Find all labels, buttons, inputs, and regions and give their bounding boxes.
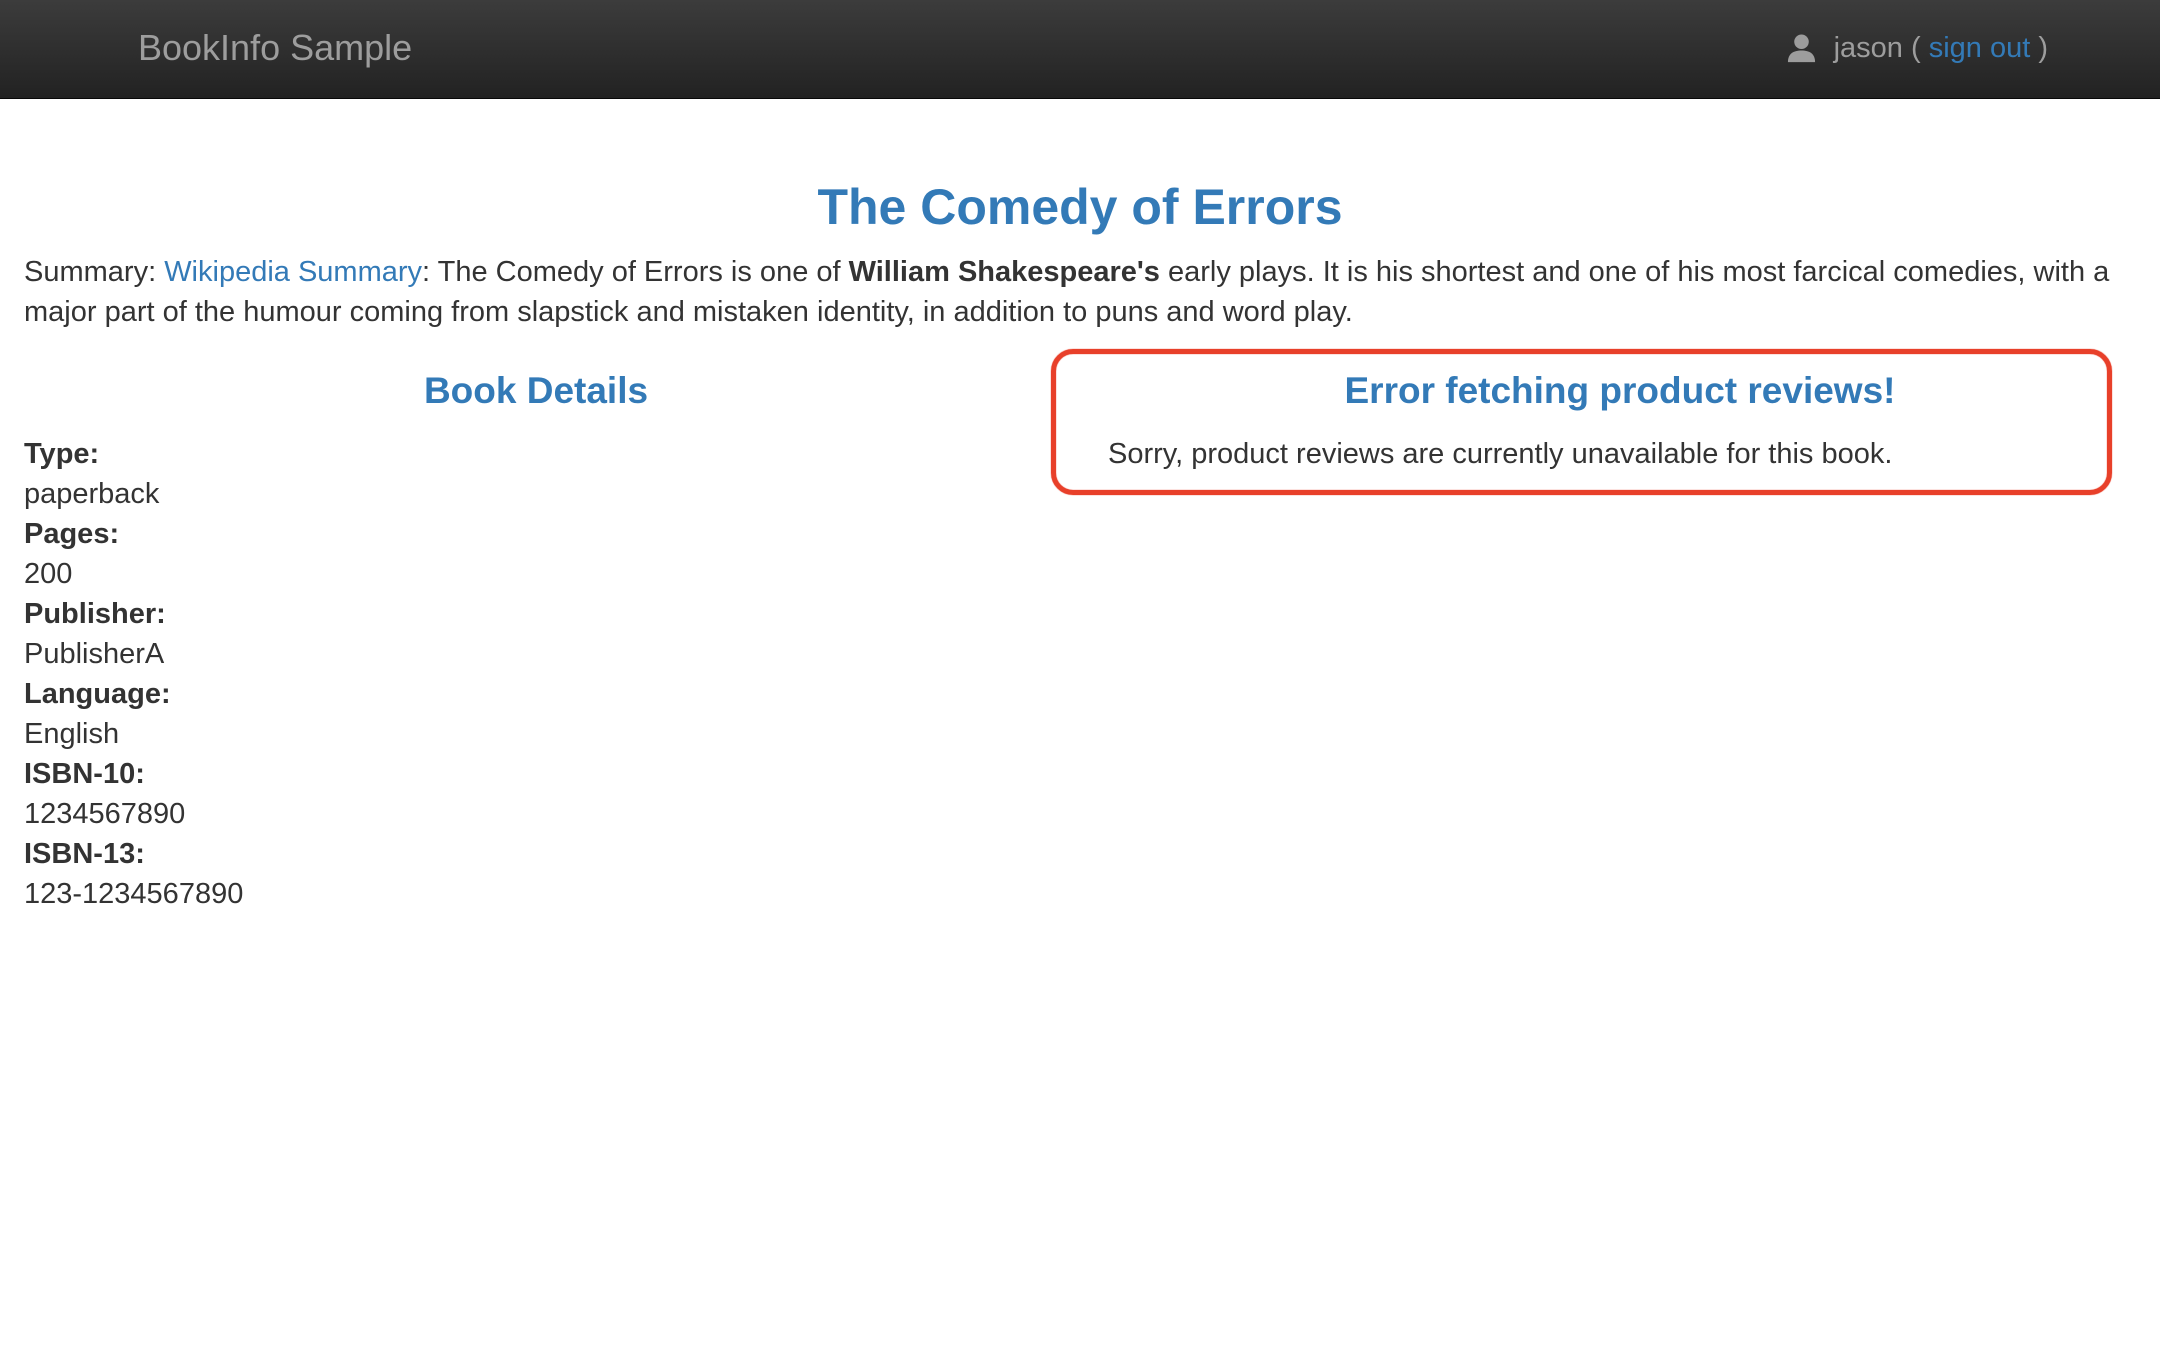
product-summary: Summary: Wikipedia Summary: The Comedy o… xyxy=(24,252,2136,332)
publisher-value: PublisherA xyxy=(24,638,165,670)
language-label: Language: xyxy=(24,678,171,710)
isbn13-value: 123-1234567890 xyxy=(24,878,244,910)
username: jason xyxy=(1833,32,1903,64)
wikipedia-summary-link[interactable]: Wikipedia Summary xyxy=(164,256,422,288)
sign-out-link[interactable]: sign out xyxy=(1929,27,2031,69)
book-details-section: Book Details Type: paperback Pages: 200 … xyxy=(24,366,1048,914)
book-details-heading: Book Details xyxy=(423,370,649,411)
summary-prefix: Summary: xyxy=(24,256,165,288)
pages-value: 200 xyxy=(24,558,73,590)
publisher-label: Publisher: xyxy=(24,598,166,630)
pages-label: Pages: xyxy=(24,518,120,550)
open-paren: ( xyxy=(1902,32,1929,64)
user-area: jason ( sign out ) xyxy=(1786,27,2048,69)
user-icon xyxy=(1787,33,1815,62)
brand-link[interactable]: BookInfo Sample xyxy=(138,24,412,72)
isbn13-label: ISBN-13: xyxy=(24,838,145,870)
page-title: The Comedy of Errors xyxy=(817,179,1343,235)
language-value: English xyxy=(24,718,120,750)
error-highlight-annotation xyxy=(1051,349,2112,495)
isbn10-label: ISBN-10: xyxy=(24,758,145,790)
summary-author: William Shakespeare's xyxy=(848,256,1160,288)
isbn10-value: 1234567890 xyxy=(24,798,186,830)
book-details-list: Type: paperback Pages: 200 Publisher: Pu… xyxy=(24,434,1048,914)
close-paren: ) xyxy=(2030,32,2048,64)
summary-text-start: : The Comedy of Errors is one of xyxy=(422,256,849,288)
type-label: Type: xyxy=(24,438,100,470)
navbar: BookInfo Sample jason ( sign out ) xyxy=(0,0,2160,99)
type-value: paperback xyxy=(24,478,160,510)
